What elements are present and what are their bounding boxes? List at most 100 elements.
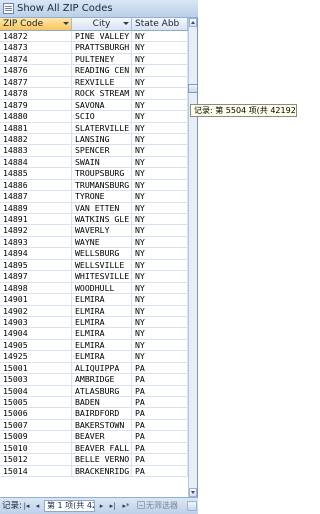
city-cell[interactable]: WAYNE: [72, 236, 132, 248]
state-cell[interactable]: NY: [132, 259, 188, 271]
city-cell[interactable]: READING CEN: [72, 65, 132, 76]
zip-cell[interactable]: 14874: [0, 53, 72, 65]
city-cell[interactable]: PRATTSBURGH: [72, 42, 132, 53]
state-cell[interactable]: NY: [132, 65, 188, 76]
table-row[interactable]: 14886 TRUMANSBURG NY: [0, 179, 188, 192]
city-cell[interactable]: BEAVER: [72, 431, 132, 442]
city-cell[interactable]: WHITESVILLE: [72, 271, 132, 282]
city-cell[interactable]: SWAIN: [72, 156, 132, 168]
table-row[interactable]: 14892 WAVERLY NY: [0, 225, 188, 237]
new-record-icon[interactable]: ▸*: [120, 501, 132, 511]
table-row[interactable]: 14873 PRATTSBURGH NY: [0, 42, 188, 54]
city-cell[interactable]: LANSING: [72, 133, 132, 145]
table-row[interactable]: 14881 SLATERVILLE NY: [0, 122, 188, 134]
state-cell[interactable]: NY: [132, 282, 188, 294]
state-cell[interactable]: PA: [132, 362, 188, 374]
state-cell[interactable]: NY: [132, 328, 188, 339]
table-row[interactable]: 15009 BEAVER PA: [0, 431, 188, 443]
state-cell[interactable]: NY: [132, 179, 188, 191]
state-cell[interactable]: NY: [132, 111, 188, 122]
table-row[interactable]: 15010 BEAVER FALL PA: [0, 442, 188, 455]
state-cell[interactable]: NY: [132, 122, 188, 133]
state-cell[interactable]: NY: [132, 305, 188, 316]
zip-cell[interactable]: 14881: [0, 122, 72, 133]
column-header-city[interactable]: City: [72, 18, 132, 30]
city-cell[interactable]: BAKERSTOWN: [72, 419, 132, 431]
city-cell[interactable]: ELMIRA: [72, 316, 132, 328]
state-cell[interactable]: NY: [132, 351, 188, 362]
city-cell[interactable]: AMBRIDGE: [72, 374, 132, 385]
zip-cell[interactable]: 15005: [0, 397, 72, 408]
city-cell[interactable]: TYRONE: [72, 191, 132, 202]
city-cell[interactable]: ALIQUIPPA: [72, 362, 132, 374]
current-record-field[interactable]: 第 1 项(共 4219: [44, 500, 95, 512]
first-record-icon[interactable]: |◂: [22, 501, 31, 511]
state-cell[interactable]: NY: [132, 236, 188, 248]
table-row[interactable]: 14879 SAVONA NY: [0, 99, 188, 112]
zip-cell[interactable]: 14883: [0, 145, 72, 156]
table-row[interactable]: 14902 ELMIRA NY: [0, 305, 188, 317]
sort-dropdown-icon[interactable]: [123, 22, 129, 25]
city-cell[interactable]: PULTENEY: [72, 53, 132, 65]
table-row[interactable]: 14903 ELMIRA NY: [0, 316, 188, 329]
state-cell[interactable]: NY: [132, 339, 188, 351]
state-cell[interactable]: PA: [132, 454, 188, 465]
table-row[interactable]: 14874 PULTENEY NY: [0, 53, 188, 66]
state-cell[interactable]: NY: [132, 133, 188, 145]
zip-cell[interactable]: 14876: [0, 65, 72, 76]
state-cell[interactable]: NY: [132, 294, 188, 305]
city-cell[interactable]: SLATERVILLE: [72, 122, 132, 133]
zip-cell[interactable]: 14880: [0, 111, 72, 122]
zip-cell[interactable]: 15014: [0, 465, 72, 477]
zip-cell[interactable]: 14884: [0, 156, 72, 168]
city-cell[interactable]: ELMIRA: [72, 351, 132, 362]
zip-cell[interactable]: 14886: [0, 179, 72, 191]
zip-cell[interactable]: 15006: [0, 408, 72, 419]
city-cell[interactable]: BELLE VERNO: [72, 454, 132, 465]
table-row[interactable]: 14876 READING CEN NY: [0, 65, 188, 77]
table-row[interactable]: 14882 LANSING NY: [0, 133, 188, 146]
zip-cell[interactable]: 14889: [0, 202, 72, 213]
zip-cell[interactable]: 14905: [0, 339, 72, 351]
zip-cell[interactable]: 14894: [0, 248, 72, 259]
table-row[interactable]: 14887 TYRONE NY: [0, 191, 188, 203]
zip-cell[interactable]: 14904: [0, 328, 72, 339]
state-cell[interactable]: NY: [132, 225, 188, 236]
city-cell[interactable]: TROUPSBURG: [72, 168, 132, 179]
table-row[interactable]: 14880 SCIO NY: [0, 111, 188, 123]
zip-cell[interactable]: 14897: [0, 271, 72, 282]
state-cell[interactable]: NY: [132, 53, 188, 65]
state-cell[interactable]: NY: [132, 31, 188, 42]
scroll-drag-thumb[interactable]: [188, 84, 198, 93]
table-row[interactable]: 14889 VAN ETTEN NY: [0, 202, 188, 214]
city-cell[interactable]: WAVERLY: [72, 225, 132, 236]
zip-cell[interactable]: 14895: [0, 259, 72, 271]
state-cell[interactable]: NY: [132, 88, 188, 99]
city-cell[interactable]: ELMIRA: [72, 339, 132, 351]
zip-cell[interactable]: 14877: [0, 76, 72, 88]
state-cell[interactable]: NY: [132, 76, 188, 88]
state-cell[interactable]: NY: [132, 191, 188, 202]
column-header-state[interactable]: State Abb: [132, 18, 188, 30]
city-cell[interactable]: BADEN: [72, 397, 132, 408]
table-row[interactable]: 14877 REXVILLE NY: [0, 76, 188, 89]
zip-cell[interactable]: 14891: [0, 214, 72, 225]
scroll-down-button[interactable]: [189, 488, 197, 497]
table-row[interactable]: 14891 WATKINS GLE NY: [0, 214, 188, 226]
zip-cell[interactable]: 14872: [0, 31, 72, 42]
state-cell[interactable]: NY: [132, 99, 188, 111]
table-row[interactable]: 14885 TROUPSBURG NY: [0, 168, 188, 180]
table-row[interactable]: 14872 PINE VALLEY NY: [0, 31, 188, 43]
table-row[interactable]: 15012 BELLE VERNO PA: [0, 454, 188, 466]
table-row[interactable]: 14883 SPENCER NY: [0, 145, 188, 157]
city-cell[interactable]: SCIO: [72, 111, 132, 122]
table-row[interactable]: 14925 ELMIRA NY: [0, 351, 188, 363]
table-row[interactable]: 15003 AMBRIDGE PA: [0, 374, 188, 386]
zip-cell[interactable]: 15009: [0, 431, 72, 442]
state-cell[interactable]: NY: [132, 156, 188, 168]
state-cell[interactable]: PA: [132, 374, 188, 385]
window-titlebar[interactable]: Show All ZIP Codes: [0, 0, 198, 18]
state-cell[interactable]: NY: [132, 271, 188, 282]
sort-dropdown-icon[interactable]: [63, 22, 69, 25]
city-cell[interactable]: BRACKENRIDG: [72, 465, 132, 477]
